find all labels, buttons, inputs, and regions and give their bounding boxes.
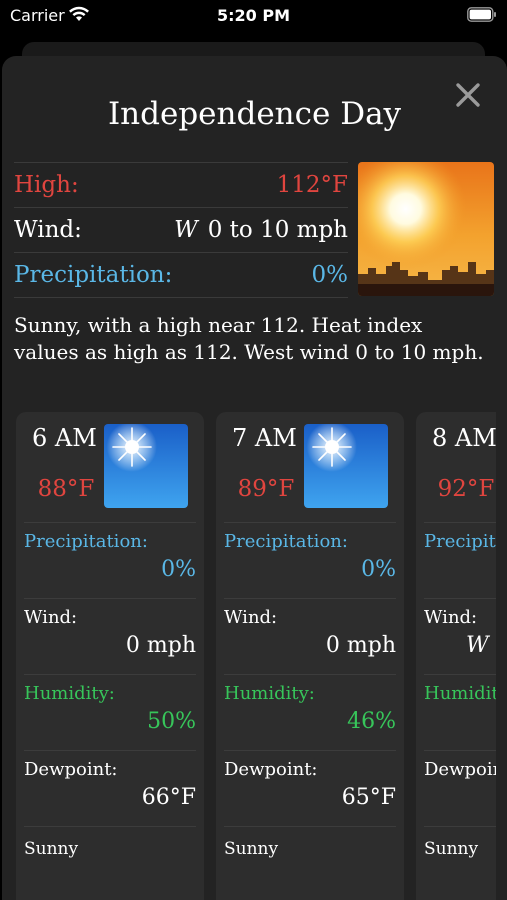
humidity-value: 46% <box>347 709 396 734</box>
wind-direction: W <box>174 217 198 243</box>
dewpoint-label: Dewpoint: <box>24 759 118 780</box>
precipitation-label: Precipitation: <box>424 531 496 552</box>
condition-section: Sunny <box>424 826 496 900</box>
dewpoint-label: Dewpoint: <box>424 759 496 780</box>
summary-table: High: 112°F Wind: W 0 to 10 mph Precipita… <box>14 162 348 298</box>
card-temperature: 92°F <box>437 476 495 502</box>
forecast-description: Sunny, with a high near 112. Heat index … <box>14 313 484 364</box>
dewpoint-value: 65°F <box>341 785 396 810</box>
humidity-section: Humidity: 50% <box>24 674 196 751</box>
precipitation-section: Precipitation: 0% <box>224 522 396 599</box>
battery-icon <box>467 7 496 22</box>
wind-value-group: W 0 to 10 mph <box>174 217 348 243</box>
wind-label: Wind: <box>224 607 278 628</box>
status-bar: Carrier 5:20 PM <box>0 0 507 32</box>
dewpoint-section: Dewpoint: <box>424 750 496 827</box>
wind-value: 0 mph <box>125 633 196 658</box>
forecast-detail-sheet: Independence Day High: 112°F Wind: W 0 to… <box>2 56 507 900</box>
hourly-card: 6 AM 88°F Precipitation: 0% Wind: 0 mph … <box>16 412 204 900</box>
wind-row: Wind: W 0 to 10 mph <box>14 207 348 252</box>
high-value: 112°F <box>276 172 348 198</box>
condition-text: Sunny <box>24 839 79 859</box>
high-row: High: 112°F <box>14 162 348 207</box>
condition-text: Sunny <box>424 839 479 859</box>
precipitation-section: Precipitation: <box>424 522 496 599</box>
card-hour: 7 AM <box>232 424 297 452</box>
humidity-label: Humidity: <box>224 683 315 704</box>
hot-sun-image <box>358 162 494 296</box>
hourly-forecast-list[interactable]: 6 AM 88°F Precipitation: 0% Wind: 0 mph … <box>16 412 496 900</box>
dewpoint-section: Dewpoint: 66°F <box>24 750 196 827</box>
card-hour: 6 AM <box>32 424 97 452</box>
precipitation-section: Precipitation: 0% <box>24 522 196 599</box>
screen: Carrier 5:20 PM Independence Day High: 1… <box>0 0 507 900</box>
sunny-icon <box>104 424 188 508</box>
humidity-label: Humidity: <box>24 683 115 704</box>
precipitation-label: Precipitation: <box>14 262 173 288</box>
wind-label: Wind: <box>424 607 478 628</box>
wind-value: 0 mph <box>325 633 396 658</box>
wind-label: Wind: <box>24 607 78 628</box>
precipitation-label: Precipitation: <box>224 531 348 552</box>
humidity-section: Humidity: 46% <box>224 674 396 751</box>
high-label: High: <box>14 172 79 198</box>
dewpoint-section: Dewpoint: 65°F <box>224 750 396 827</box>
humidity-section: Humidity: <box>424 674 496 751</box>
page-title: Independence Day <box>107 96 402 132</box>
condition-section: Sunny <box>224 826 396 900</box>
precipitation-value: 0% <box>361 557 396 582</box>
precipitation-value: 0% <box>311 262 349 288</box>
humidity-label: Humidity: <box>424 683 496 704</box>
wind-value: 0 to 10 mph <box>207 217 348 243</box>
dewpoint-label: Dewpoint: <box>224 759 318 780</box>
card-hour: 8 AM <box>432 424 496 452</box>
clock: 5:20 PM <box>216 6 290 25</box>
precipitation-value: 0% <box>161 557 196 582</box>
condition-section: Sunny <box>24 826 196 900</box>
precipitation-label: Precipitation: <box>24 531 148 552</box>
hourly-card: 7 AM 89°F Precipitation: 0% Wind: 0 mph … <box>216 412 404 900</box>
wind-section: Wind: 0 mph <box>24 598 196 675</box>
wind-section: Wind: 0 mph <box>224 598 396 675</box>
humidity-value: 50% <box>147 709 196 734</box>
precipitation-row: Precipitation: 0% <box>14 252 348 298</box>
sunny-icon <box>304 424 388 508</box>
dewpoint-value: 66°F <box>141 785 196 810</box>
wind-section: Wind: W <box>424 598 496 675</box>
card-temperature: 89°F <box>237 476 295 502</box>
hourly-card: 8 AM 92°F Precipitation: Wind: W Humidit… <box>416 412 496 900</box>
card-temperature: 88°F <box>37 476 95 502</box>
wind-direction: W <box>466 633 489 658</box>
wind-label: Wind: <box>14 217 82 243</box>
condition-text: Sunny <box>224 839 279 859</box>
